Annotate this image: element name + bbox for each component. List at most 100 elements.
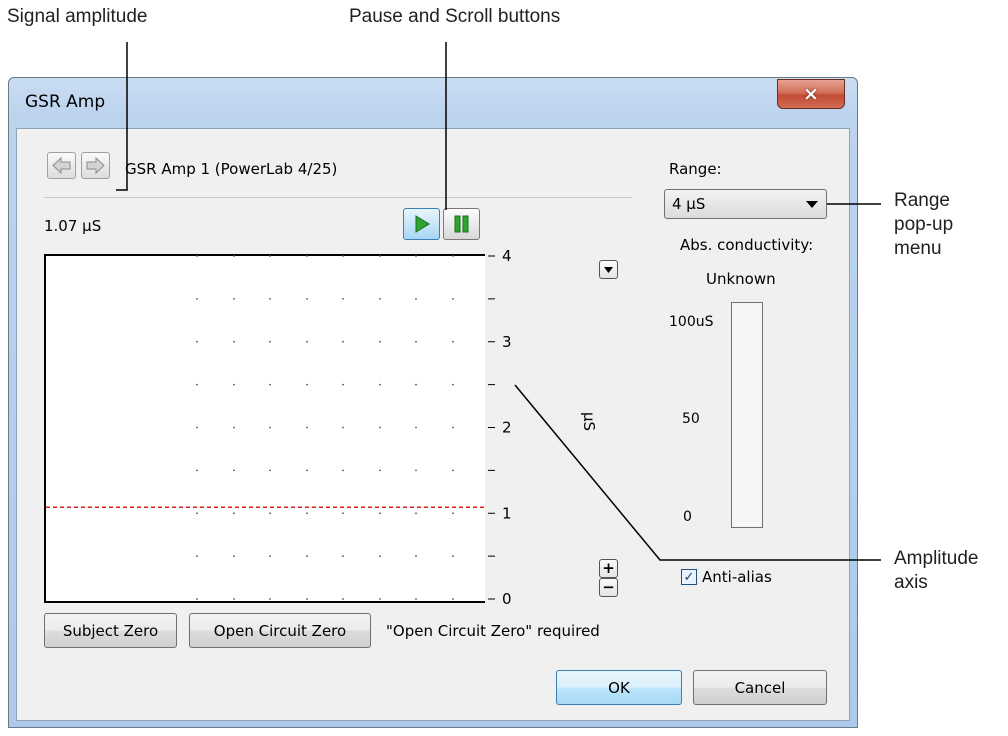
- grid-dot: [415, 598, 417, 600]
- grid-dot: [269, 469, 271, 472]
- grid-dot: [342, 297, 344, 300]
- minus-icon: −: [602, 578, 615, 596]
- grid-dot: [306, 297, 308, 300]
- grid-dot: [452, 598, 454, 600]
- grid-dot: [269, 255, 271, 257]
- grid-dot: [342, 255, 344, 257]
- grid-dot: [306, 340, 308, 343]
- grid-dot: [379, 340, 381, 343]
- grid-dot: [415, 340, 417, 343]
- grid-dot: [233, 383, 235, 386]
- grid-dot: [306, 555, 308, 558]
- axis-menu-button[interactable]: [599, 260, 618, 279]
- ok-button[interactable]: OK: [556, 670, 682, 705]
- grid-dot: [342, 469, 344, 472]
- grid-dot: [452, 383, 454, 386]
- grid-dot: [379, 383, 381, 386]
- grid-dot: [342, 383, 344, 386]
- grid-dot: [306, 255, 308, 257]
- grid-dot: [452, 469, 454, 472]
- grid-dot: [342, 340, 344, 343]
- meter-scale-mid: 50: [682, 411, 700, 427]
- grid-dot: [196, 297, 198, 300]
- zoom-out-button[interactable]: −: [599, 578, 618, 597]
- grid-dot: [452, 555, 454, 558]
- grid-dot: [342, 426, 344, 429]
- grid-dot: [415, 297, 417, 300]
- anti-alias-label: Anti-alias: [702, 568, 772, 586]
- grid-dot: [415, 512, 417, 515]
- grid-dot: [306, 512, 308, 515]
- callout-leader-lines: [116, 42, 881, 561]
- axis-unit-label: µS: [580, 412, 598, 431]
- grid-dot: [379, 297, 381, 300]
- grid-dot: [233, 512, 235, 515]
- grid-dot: [379, 426, 381, 429]
- grid-dot: [415, 555, 417, 558]
- grid-dot: [452, 340, 454, 343]
- abs-conductivity-value: Unknown: [706, 270, 776, 288]
- grid-dot: [196, 512, 198, 515]
- grid-dot: [306, 598, 308, 600]
- axis-tick-label: 4: [502, 247, 512, 265]
- plot-grid: [196, 255, 454, 600]
- chevron-down-icon: [604, 267, 613, 273]
- grid-dot: [233, 555, 235, 558]
- grid-dot: [196, 555, 198, 558]
- grid-dot: [415, 383, 417, 386]
- axis-tick-label: 3: [502, 333, 512, 351]
- ok-label: OK: [608, 678, 630, 697]
- grid-dot: [269, 555, 271, 558]
- grid-dot: [196, 469, 198, 472]
- grid-dot: [306, 426, 308, 429]
- meter-scale-bottom: 0: [683, 509, 692, 525]
- grid-dot: [452, 426, 454, 429]
- anti-alias-checkbox[interactable]: ✓: [681, 569, 697, 585]
- grid-dot: [233, 426, 235, 429]
- grid-dot: [233, 598, 235, 600]
- dropdown-arrow-icon: [806, 201, 818, 208]
- axis-tick-label: 0: [502, 590, 512, 608]
- open-circuit-required-notice: "Open Circuit Zero" required: [386, 622, 600, 640]
- grid-dot: [415, 255, 417, 257]
- grid-dot: [415, 426, 417, 429]
- meter-scale-top: 100uS: [669, 314, 714, 330]
- grid-dot: [269, 297, 271, 300]
- grid-dot: [379, 512, 381, 515]
- axis-tick-label: 2: [502, 419, 512, 437]
- anti-alias-option[interactable]: ✓ Anti-alias: [681, 568, 772, 586]
- leader-signal-amplitude: [116, 42, 128, 191]
- grid-dot: [233, 297, 235, 300]
- subject-zero-label: Subject Zero: [62, 621, 159, 640]
- grid-dot: [306, 469, 308, 472]
- grid-dot: [269, 340, 271, 343]
- grid-dot: [342, 598, 344, 600]
- check-icon: ✓: [683, 569, 695, 585]
- open-circuit-zero-label: Open Circuit Zero: [213, 621, 347, 640]
- amplitude-axis[interactable]: 0 1 2 3 4: [488, 247, 512, 608]
- grid-dot: [269, 512, 271, 515]
- plus-icon: +: [602, 559, 615, 577]
- range-label: Range:: [669, 160, 722, 178]
- grid-dot: [379, 598, 381, 600]
- range-popup-menu[interactable]: 4 µS: [664, 189, 827, 219]
- zoom-in-button[interactable]: +: [599, 559, 618, 578]
- grid-dot: [379, 255, 381, 257]
- conductivity-meter: [731, 302, 763, 528]
- cancel-label: Cancel: [734, 678, 786, 697]
- cancel-button[interactable]: Cancel: [693, 670, 827, 705]
- grid-dot: [269, 598, 271, 600]
- grid-dot: [269, 426, 271, 429]
- grid-dot: [379, 469, 381, 472]
- grid-dot: [306, 383, 308, 386]
- grid-dot: [196, 598, 198, 600]
- grid-dot: [342, 512, 344, 515]
- open-circuit-zero-button[interactable]: Open Circuit Zero: [189, 613, 371, 648]
- axis-tick-label: 1: [502, 504, 512, 522]
- grid-dot: [196, 340, 198, 343]
- subject-zero-button[interactable]: Subject Zero: [44, 613, 177, 648]
- grid-dot: [379, 555, 381, 558]
- grid-dot: [233, 255, 235, 257]
- grid-dot: [196, 255, 198, 257]
- abs-conductivity-label: Abs. conductivity:: [680, 236, 814, 254]
